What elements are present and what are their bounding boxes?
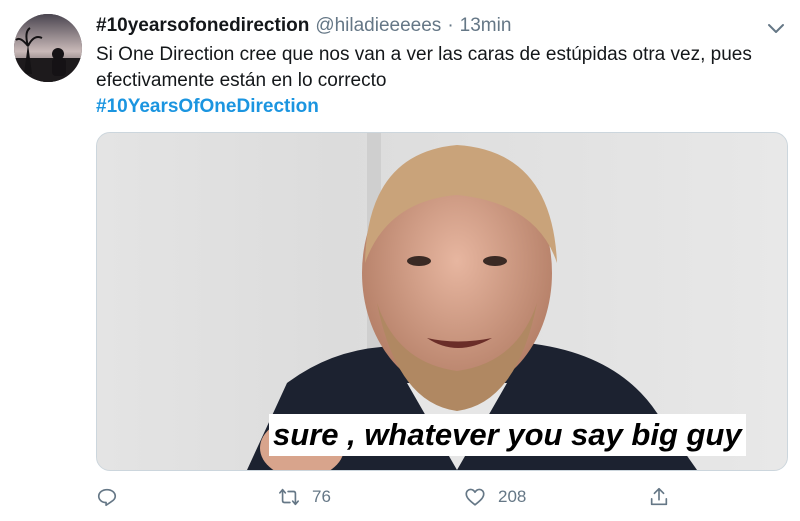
retweet-icon [279, 488, 299, 506]
chevron-down-icon[interactable] [764, 16, 788, 40]
retweet-button[interactable]: 76 [278, 482, 331, 512]
display-name[interactable]: #10yearsofonedirection [96, 15, 309, 36]
share-button[interactable] [648, 482, 670, 512]
tweet-media[interactable]: sure , whatever you say big guy [96, 132, 788, 471]
avatar[interactable] [14, 14, 82, 82]
like-button[interactable]: 208 [464, 482, 526, 512]
reply-icon [97, 488, 117, 507]
reply-button[interactable] [96, 482, 118, 512]
like-count: 208 [498, 487, 527, 506]
separator-dot: · [447, 15, 454, 36]
tweet-text: Si One Direction cree que nos van a ver … [96, 44, 752, 91]
tweet-header: #10yearsofonedirection @hiladieeeees · 13mi… [96, 12, 511, 40]
tweet-actions: 76 208 [96, 482, 786, 512]
tweet-card[interactable]: #10yearsofonedirection @hiladieeeees · 13mi… [0, 0, 800, 521]
hashtag-link[interactable]: #10YearsOfOneDirection [96, 96, 319, 117]
share-icon [650, 487, 668, 506]
timestamp[interactable]: 13min [460, 15, 512, 36]
heart-icon [465, 488, 485, 506]
user-handle[interactable]: @hiladieeeees [315, 15, 441, 36]
hashtag-line: #10YearsOfOneDirection [96, 94, 319, 120]
meme-caption: sure , whatever you say big guy [269, 414, 746, 456]
retweet-count: 76 [312, 487, 331, 506]
